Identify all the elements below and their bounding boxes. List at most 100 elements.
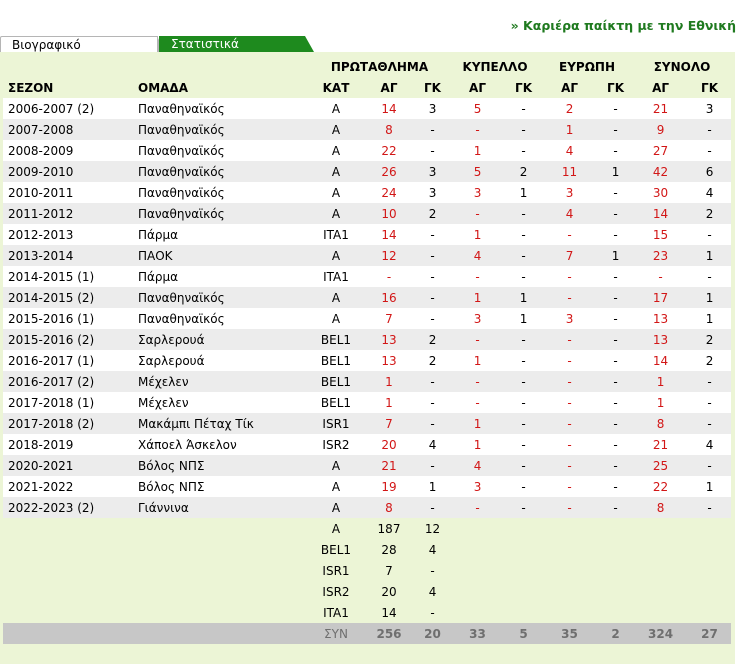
cup-apps-cell: 5 <box>449 161 507 182</box>
total-apps-cell: 21 <box>633 434 689 455</box>
total-cup-apps: 33 <box>449 623 507 644</box>
league-goals-cell: - <box>416 245 450 266</box>
europe-apps-cell: 1 <box>541 119 599 140</box>
table-row: 2021-2022 Βόλος ΝΠΣ A 19 1 3- - -22 1 <box>3 476 732 497</box>
league-apps-cell: 12 <box>362 245 416 266</box>
total-europe-goals: 2 <box>598 623 634 644</box>
europe-goals-cell: - <box>598 455 634 476</box>
grand-total-row: ΣΥΝ 256 20 33 5 35 2 324 27 <box>3 623 732 644</box>
team-cell: Χάποελ Άσκελον <box>138 434 310 455</box>
season-cell: 2009-2010 <box>3 161 138 182</box>
total-goals-cell: 4 <box>688 182 732 203</box>
europe-apps-cell: - <box>541 392 599 413</box>
cup-apps-cell: 5 <box>449 98 507 119</box>
category-cell: ITA1 <box>310 266 362 287</box>
total-overall-apps: 324 <box>633 623 689 644</box>
europe-goals-cell: - <box>598 140 634 161</box>
europe-apps-cell: - <box>541 266 599 287</box>
season-cell: 2015-2016 (1) <box>3 308 138 329</box>
table-row: 2013-2014 ΠΑΟΚ A 12-4-7 1 23 1 <box>3 245 732 266</box>
league-apps-cell: 1 <box>362 392 416 413</box>
europe-goals-cell: 1 <box>598 161 634 182</box>
total-apps-header: ΑΓ <box>652 80 669 95</box>
category-cell: A <box>310 182 362 203</box>
table-row: 2017-2018 (2) Μακάμπι Πέταχ Τίκ ISR1 7-1- - -… <box>3 413 732 434</box>
category-cell: A <box>310 161 362 182</box>
category-total-row: ISR1 7 - <box>3 560 731 581</box>
league-apps-cell: - <box>362 266 416 287</box>
league-group-header: ΠΡΩΤΑΘΛΗΜΑ <box>330 59 429 74</box>
season-cell: 2010-2011 <box>3 182 138 203</box>
league-goals-header: ΓΚ <box>424 80 441 95</box>
table-row: 2014-2015 (2) Παναθηναϊκός A 16-1 1- -17 1 <box>3 287 732 308</box>
europe-apps-cell: - <box>541 329 599 350</box>
category-total-apps: 187 <box>377 521 401 536</box>
team-cell: Πάρμα <box>138 224 310 245</box>
category-cell: A <box>310 308 362 329</box>
league-apps-cell: 7 <box>362 308 416 329</box>
header-group-row: ΠΡΩΤΑΘΛΗΜΑ ΚΥΠΕΛΛΟ ΕΥΡΩΠΗ ΣΥΝΟΛΟ <box>3 56 731 77</box>
category-cell: ISR1 <box>310 413 362 434</box>
category-cell: A <box>310 245 362 266</box>
cup-apps-cell: 4 <box>449 455 507 476</box>
total-goals-cell: - <box>688 371 732 392</box>
cup-apps-cell: - <box>449 392 507 413</box>
cup-apps-cell: - <box>449 266 507 287</box>
cup-goals-cell: 1 <box>506 287 542 308</box>
category-cell: A <box>310 287 362 308</box>
total-league-goals: 20 <box>416 623 450 644</box>
cup-goals-cell: - <box>506 266 542 287</box>
team-cell: Παναθηναϊκός <box>138 287 310 308</box>
total-goals-cell: 1 <box>688 287 732 308</box>
table-row: 2015-2016 (1) Παναθηναϊκός A 7-3 1 3-13 1 <box>3 308 732 329</box>
season-cell: 2022-2023 (2) <box>3 497 138 518</box>
total-goals-cell: 4 <box>688 434 732 455</box>
table-row: 2016-2017 (2) Μέχελεν BEL1 1- - - - -1- <box>3 371 732 392</box>
total-goals-cell: - <box>688 413 732 434</box>
table-row: 2007-2008 Παναθηναϊκός A 8- - -1-9- <box>3 119 732 140</box>
season-cell: 2011-2012 <box>3 203 138 224</box>
europe-apps-cell: - <box>541 455 599 476</box>
europe-apps-cell: - <box>541 371 599 392</box>
category-total-row: ISR2 20 4 <box>3 581 731 602</box>
tab-bar: Βιογραφικό Στατιστικά <box>0 36 746 52</box>
tab-biography[interactable]: Βιογραφικό <box>0 36 165 52</box>
team-cell: Γιάννινα <box>138 497 310 518</box>
season-column-header: ΣΕΖΟΝ <box>8 80 54 95</box>
league-apps-cell: 10 <box>362 203 416 224</box>
cup-goals-cell: - <box>506 434 542 455</box>
total-apps-cell: 8 <box>633 497 689 518</box>
europe-apps-cell: 3 <box>541 308 599 329</box>
category-cell: BEL1 <box>310 392 362 413</box>
category-total-goals: 4 <box>428 584 437 599</box>
cup-goals-cell: - <box>506 455 542 476</box>
team-cell: Παναθηναϊκός <box>138 161 310 182</box>
europe-goals-cell: - <box>598 266 634 287</box>
europe-goals-cell: - <box>598 413 634 434</box>
cup-goals-cell: - <box>506 98 542 119</box>
cup-goals-cell: 2 <box>506 161 542 182</box>
category-cell: A <box>310 497 362 518</box>
cup-goals-cell: - <box>506 119 542 140</box>
cup-apps-cell: 1 <box>449 224 507 245</box>
tab-statistics[interactable]: Στατιστικά <box>159 36 314 52</box>
total-apps-cell: 27 <box>633 140 689 161</box>
total-apps-cell: 8 <box>633 413 689 434</box>
table-row: 2009-2010 Παναθηναϊκός A 26 3 5 2 11 1 42 6 <box>3 161 732 182</box>
cup-goals-cell: - <box>506 476 542 497</box>
category-cell: BEL1 <box>310 329 362 350</box>
season-cell: 2007-2008 <box>3 119 138 140</box>
cup-apps-cell: - <box>449 329 507 350</box>
total-goals-cell: - <box>688 119 732 140</box>
category-cell: A <box>310 119 362 140</box>
europe-apps-cell: 4 <box>541 203 599 224</box>
total-goals-cell: - <box>688 455 732 476</box>
europe-apps-cell: - <box>541 224 599 245</box>
league-goals-cell: 2 <box>416 350 450 371</box>
cup-apps-cell: 4 <box>449 245 507 266</box>
cup-goals-cell: - <box>506 413 542 434</box>
national-team-career-link[interactable]: » Καριέρα παίκτη με την Εθνική <box>511 18 736 33</box>
category-cell: ISR2 <box>310 434 362 455</box>
total-apps-cell: 23 <box>633 245 689 266</box>
league-goals-cell: - <box>416 392 450 413</box>
